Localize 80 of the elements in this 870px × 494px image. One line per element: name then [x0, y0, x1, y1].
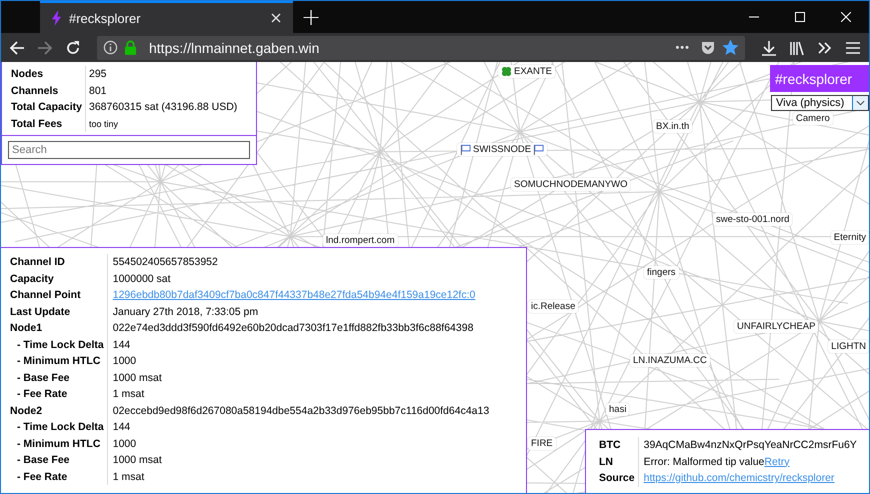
pocket-icon[interactable]	[700, 40, 716, 56]
node-label[interactable]: EXANTE	[498, 65, 556, 78]
field-label: - Time Lock Delta	[7, 419, 108, 436]
app-title: #recksplorer	[770, 65, 869, 92]
reload-icon[interactable]	[65, 40, 81, 56]
stat-value: too tiny	[86, 116, 240, 132]
node-label[interactable]: Eternity	[830, 231, 869, 244]
node-label[interactable]: Camero	[793, 112, 833, 125]
field-label: - Time Lock Delta	[7, 336, 108, 353]
browser-tab[interactable]: #recksplorer	[40, 1, 293, 33]
field-label: Node2	[7, 402, 108, 419]
node-label[interactable]: fingers	[644, 266, 679, 279]
forward-icon[interactable]	[37, 40, 53, 56]
clover-icon	[501, 66, 512, 77]
new-tab-button[interactable]: +	[293, 1, 329, 33]
field-label: - Minimum HTLC	[7, 353, 108, 370]
node-label[interactable]: LN.INAZUMA.CC	[630, 354, 710, 367]
field-value: 1000	[112, 355, 136, 367]
field-value: 1000	[112, 438, 136, 450]
field-label: - Fee Rate	[7, 468, 108, 485]
field-label: Channel ID	[7, 254, 108, 270]
address-bar[interactable]: https://lnmainnet.gaben.win •••	[97, 36, 745, 60]
field-label: Channel Point	[7, 287, 108, 304]
field-label: BTC	[596, 437, 638, 454]
stat-label: Nodes	[8, 66, 86, 82]
field-value: 144	[112, 421, 130, 433]
node-label[interactable]: BX.in.th	[653, 120, 692, 133]
stat-label: Total Capacity	[8, 99, 86, 116]
node-label[interactable]: ic.Release	[528, 300, 578, 313]
stat-label: Channels	[8, 82, 86, 99]
node-label[interactable]: UNFAIRLYCHEAP	[734, 320, 818, 333]
menu-icon[interactable]	[845, 40, 861, 56]
node-label[interactable]: swe-sto-001.nord	[713, 213, 792, 226]
field-value: 39AqCMaBw4nzNxQrPsqYeaNrCC2msrFu6Y	[644, 439, 857, 451]
stat-label: Total Fees	[8, 116, 86, 132]
field-label: Source	[596, 470, 638, 486]
lock-icon	[124, 40, 137, 55]
stat-value: 295	[86, 66, 240, 82]
field-label: Capacity	[7, 270, 108, 287]
node-label[interactable]: SWISSNODE	[457, 143, 548, 156]
flag-icon	[460, 144, 471, 155]
node-label[interactable]: hasi	[606, 403, 630, 416]
field-label: Node1	[7, 320, 108, 336]
node-label[interactable]: lnd.rompert.com	[323, 234, 398, 247]
flag-icon	[533, 144, 544, 155]
stat-value: 801	[86, 82, 240, 99]
field-label: - Base Fee	[7, 452, 108, 468]
error-message: Error: Malformed tip value	[644, 456, 764, 468]
library-icon[interactable]	[789, 40, 805, 56]
field-value: 1000 msat	[112, 454, 162, 466]
download-icon[interactable]	[761, 40, 777, 56]
url-text: https://lnmainnet.gaben.win	[149, 40, 320, 56]
field-value: 554502405657853952	[112, 256, 218, 268]
field-label: - Minimum HTLC	[7, 436, 108, 452]
page-actions-button[interactable]: •••	[675, 42, 690, 54]
bolt-icon	[52, 10, 61, 26]
field-label: LN	[596, 454, 638, 470]
maximize-icon[interactable]	[795, 12, 805, 22]
overflow-icon[interactable]	[817, 40, 833, 56]
node-label[interactable]: SOMUCHNODEMANYWO	[511, 178, 630, 191]
field-value: 1000 msat	[112, 372, 162, 384]
star-icon[interactable]	[722, 39, 739, 56]
field-value: January 27th 2018, 7:33:05 pm	[112, 306, 258, 318]
field-value: 144	[112, 338, 130, 350]
node-label[interactable]: FIRE	[528, 437, 556, 450]
stat-value: 368760315 sat (43196.88 USD)	[86, 99, 240, 116]
back-icon[interactable]	[9, 40, 25, 56]
field-value: 02eccebd9ed98f6d267080a58194dbe554a2b33d976eb95bb7c116d00fd64c4a13	[112, 404, 490, 416]
search-field[interactable]: Search	[8, 141, 250, 159]
field-value: 1000000 sat	[112, 272, 171, 284]
info-icon[interactable]	[103, 40, 118, 55]
field-value: 022e74ed3ddd3f590fd6492e60b20dcad7303f17e1ffd882fb33bb3f6c88f64398	[112, 322, 474, 334]
layout-dropdown[interactable]: Viva (physics)	[771, 95, 869, 111]
field-label: - Base Fee	[7, 370, 108, 386]
close-icon[interactable]	[271, 13, 281, 23]
field-value: 1 msat	[112, 470, 144, 482]
field-value: 1 msat	[112, 388, 144, 400]
field-label: - Fee Rate	[7, 386, 108, 402]
node-label[interactable]: LIGHTN	[828, 340, 869, 353]
field-label: Last Update	[7, 304, 108, 320]
